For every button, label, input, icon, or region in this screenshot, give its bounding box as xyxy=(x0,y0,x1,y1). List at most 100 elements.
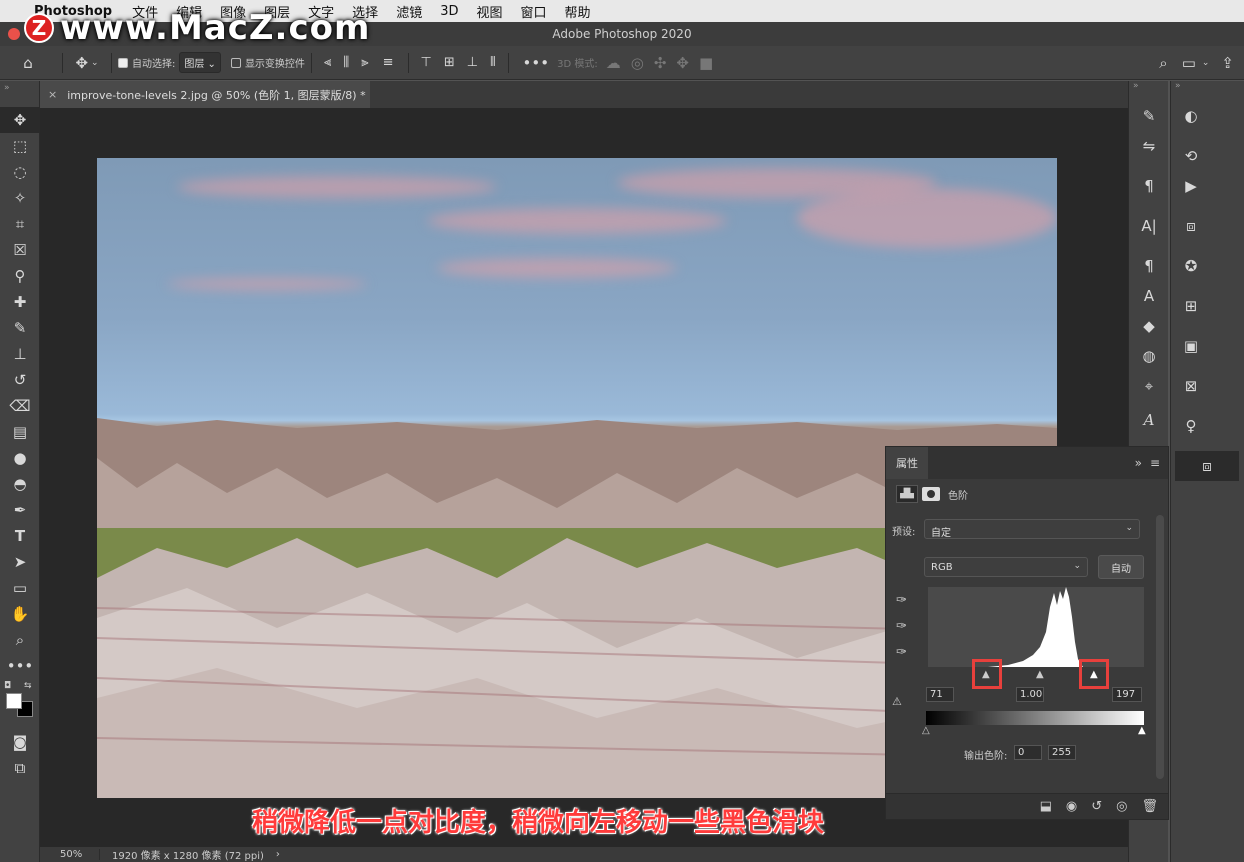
clip-warning-icon[interactable]: ⚠ xyxy=(892,695,902,708)
align-top-icon[interactable]: ⊤ xyxy=(421,55,432,70)
close-tab-icon[interactable]: × xyxy=(48,88,57,101)
crop-tool-icon[interactable]: ⌗ xyxy=(0,211,40,237)
rectangle-tool-icon[interactable]: ▭ xyxy=(0,575,40,601)
edit-toolbar-icon[interactable]: ••• xyxy=(0,653,40,679)
history-icon[interactable]: ⟲ xyxy=(1171,141,1211,171)
clone-stamp-tool-icon[interactable]: ⊥ xyxy=(0,341,40,367)
align-left-icon[interactable]: ⫷ xyxy=(324,55,331,70)
output-white-field[interactable]: 255 xyxy=(1048,745,1076,760)
type-tool-icon[interactable]: T xyxy=(0,523,40,549)
gradient-tool-icon[interactable]: ▤ xyxy=(0,419,40,445)
adjustments-icon[interactable]: ◐ xyxy=(1171,101,1211,131)
more-options-icon[interactable]: ••• xyxy=(523,54,550,72)
pen-tool-icon[interactable]: ✒ xyxy=(0,497,40,523)
menu-window[interactable]: 窗口 xyxy=(521,2,547,21)
move-tool-preset-button[interactable]: ✥ ⌄ xyxy=(69,46,105,80)
chevron-right-icon[interactable]: › xyxy=(276,849,280,860)
properties-tab[interactable]: 属性 xyxy=(886,447,928,479)
align-horizontal-icon[interactable]: ≡ xyxy=(383,55,394,70)
align-right-icon[interactable]: ⫸ xyxy=(361,55,368,70)
lasso-tool-icon[interactable]: ◌ xyxy=(0,159,40,185)
workspace-icon[interactable]: ▭ xyxy=(1182,54,1196,72)
auto-button[interactable]: 自动 xyxy=(1098,555,1144,579)
menu-help[interactable]: 帮助 xyxy=(565,2,591,21)
actions-icon[interactable]: ▶ xyxy=(1171,171,1211,201)
panel-collapse-icon[interactable]: » xyxy=(1129,81,1168,101)
input-white-field[interactable]: 197 xyxy=(1112,687,1142,702)
healing-brush-tool-icon[interactable]: ✚ xyxy=(0,289,40,315)
white-eyedropper-icon[interactable]: ✑ xyxy=(896,645,907,660)
frame-tool-icon[interactable]: ☒ xyxy=(0,237,40,263)
swatches-icon[interactable]: ⊞ xyxy=(1171,291,1211,321)
align-bottom-icon[interactable]: ⊥ xyxy=(467,55,478,70)
auto-select-checkbox[interactable] xyxy=(118,57,128,68)
paragraph-styles-icon[interactable]: ¶ xyxy=(1129,251,1169,281)
chevron-down-icon[interactable]: ⌄ xyxy=(1202,58,1210,68)
share-icon[interactable]: ⇪ xyxy=(1221,54,1234,72)
eraser-tool-icon[interactable]: ⌫ xyxy=(0,393,40,419)
character-styles-icon[interactable]: A xyxy=(1129,281,1169,311)
properties-panel-icon[interactable]: ⧈ xyxy=(1175,451,1239,481)
menu-filter[interactable]: 滤镜 xyxy=(396,2,422,21)
history-brush-tool-icon[interactable]: ↺ xyxy=(0,367,40,393)
output-black-slider[interactable]: △ xyxy=(922,725,930,736)
panel-collapse-icon[interactable]: » xyxy=(1171,81,1244,101)
align-middle-icon[interactable]: ⊞ xyxy=(444,55,455,70)
quick-mask-icon[interactable]: ◙ xyxy=(0,729,40,755)
marquee-tool-icon[interactable]: ⬚ xyxy=(0,133,40,159)
output-white-slider[interactable]: ▲ xyxy=(1138,725,1146,736)
move-tool-icon[interactable]: ✥ xyxy=(0,107,40,133)
paths-icon[interactable]: ⌖ xyxy=(1129,371,1169,401)
glyphs-icon[interactable]: A xyxy=(1129,405,1169,435)
path-selection-tool-icon[interactable]: ➤ xyxy=(0,549,40,575)
reset-icon[interactable]: ↺ xyxy=(1091,799,1102,814)
magic-wand-tool-icon[interactable]: ✧ xyxy=(0,185,40,211)
layers-icon[interactable]: ◆ xyxy=(1129,311,1169,341)
document-tab[interactable]: × improve-tone-levels 2.jpg @ 50% (色阶 1,… xyxy=(40,81,370,108)
menu-3d[interactable]: 3D xyxy=(440,4,458,19)
auto-select-dropdown[interactable]: 图层 ⌄ xyxy=(179,52,221,73)
color-icon[interactable]: ✪ xyxy=(1171,251,1211,281)
home-button[interactable]: ⌂ xyxy=(0,46,56,80)
paragraph-icon[interactable]: ¶ xyxy=(1129,171,1169,201)
channel-dropdown[interactable]: RGB ⌄ xyxy=(924,557,1088,577)
dodge-tool-icon[interactable]: ◓ xyxy=(0,471,40,497)
visibility-eye-icon[interactable]: ◎ xyxy=(1116,799,1127,814)
output-black-field[interactable]: 0 xyxy=(1014,745,1042,760)
learn-icon[interactable]: ♀ xyxy=(1171,411,1211,441)
black-eyedropper-icon[interactable]: ✑ xyxy=(896,593,907,608)
gray-eyedropper-icon[interactable]: ✑ xyxy=(896,619,907,634)
panel-menu-icon[interactable]: ≡ xyxy=(1150,456,1160,470)
brush-settings-icon[interactable]: ✎ xyxy=(1129,101,1169,131)
input-black-field[interactable]: 71 xyxy=(926,687,954,702)
show-transform-checkbox[interactable] xyxy=(230,57,241,68)
brushes-icon[interactable]: ⇋ xyxy=(1129,131,1169,161)
input-gamma-field[interactable]: 1.00 xyxy=(1016,687,1044,702)
hand-tool-icon[interactable]: ✋ xyxy=(0,601,40,627)
distribute-icon[interactable]: ⫴ xyxy=(490,55,495,70)
input-gamma-slider[interactable]: ▲ xyxy=(1036,669,1044,680)
screen-mode-icon[interactable]: ⧉ xyxy=(0,755,40,781)
libraries-icon[interactable]: ⧈ xyxy=(1171,211,1211,241)
eyedropper-tool-icon[interactable]: ⚲ xyxy=(0,263,40,289)
zoom-tool-icon[interactable]: ⌕ xyxy=(0,627,40,653)
default-colors-icon[interactable]: ◘ xyxy=(4,681,11,691)
align-center-icon[interactable]: ⫼ xyxy=(343,55,349,70)
trash-icon[interactable]: 🗑 xyxy=(1141,799,1158,814)
panel-scrollbar[interactable] xyxy=(1156,515,1164,779)
panel-collapse-icon[interactable]: » xyxy=(0,81,39,107)
layer-mask-icon[interactable] xyxy=(922,487,940,501)
panel-collapse-icon[interactable]: » xyxy=(1135,456,1142,470)
search-icon[interactable]: ⌕ xyxy=(1159,54,1167,72)
channels-icon[interactable]: ◍ xyxy=(1129,341,1169,371)
menu-view[interactable]: 视图 xyxy=(476,2,502,21)
preset-dropdown[interactable]: 自定 ⌄ xyxy=(924,519,1140,539)
levels-histogram-icon[interactable]: ▟▙ xyxy=(896,485,918,503)
patterns-icon[interactable]: ⊠ xyxy=(1171,371,1211,401)
brush-tool-icon[interactable]: ✎ xyxy=(0,315,40,341)
gradients-icon[interactable]: ▣ xyxy=(1171,331,1211,361)
swap-colors-icon[interactable]: ⇆ xyxy=(24,681,32,691)
blur-tool-icon[interactable]: ● xyxy=(0,445,40,471)
foreground-color-swatch[interactable] xyxy=(6,693,22,709)
zoom-level[interactable]: 50% xyxy=(40,849,100,860)
